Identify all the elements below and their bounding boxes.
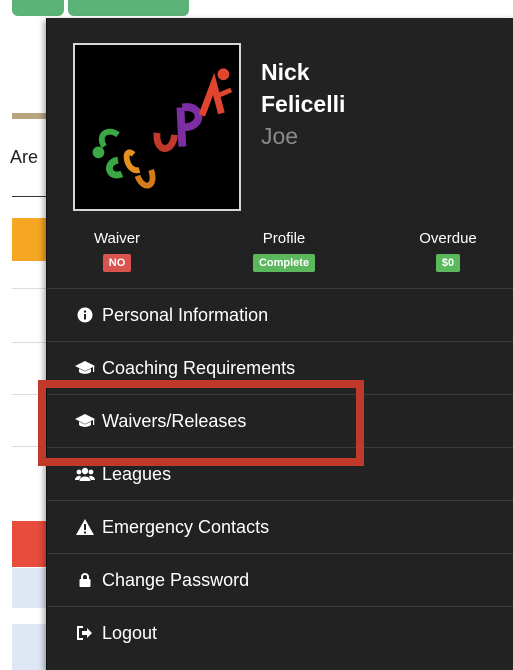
user-dropdown-menu: Nick Felicelli Joe Waiver NO Profile Com… — [46, 18, 513, 670]
menu-item-label: Coaching Requirements — [102, 357, 296, 378]
menu-item-coaching-requirements[interactable]: Coaching Requirements — [47, 341, 513, 394]
background-tab — [12, 0, 64, 16]
waiver-status: Waiver NO — [81, 229, 153, 272]
avatar — [73, 43, 241, 211]
user-first-name: Nick — [261, 59, 310, 85]
warning-icon — [75, 519, 95, 535]
info-circle-icon — [75, 307, 95, 323]
menu-item-logout[interactable]: Logout — [47, 606, 513, 659]
overdue-status: Overdue $0 — [407, 229, 489, 272]
menu-item-leagues[interactable]: Leagues — [47, 447, 513, 500]
background-tab — [68, 0, 189, 16]
menu-item-change-password[interactable]: Change Password — [47, 553, 513, 606]
menu-item-waivers-releases[interactable]: Waivers/Releases — [47, 394, 513, 447]
waiver-status-badge: NO — [102, 254, 132, 272]
menu-item-emergency-contacts[interactable]: Emergency Contacts — [47, 500, 513, 553]
menu-item-personal-information[interactable]: Personal Information — [47, 288, 513, 341]
sign-out-icon — [75, 626, 95, 640]
graduation-cap-icon — [75, 361, 95, 375]
menu-item-label: Change Password — [102, 569, 250, 590]
users-icon — [75, 467, 95, 481]
menu-item-label: Leagues — [102, 463, 172, 484]
menu-item-label: Logout — [102, 622, 158, 643]
overdue-status-label: Overdue — [419, 230, 477, 247]
menu-items: Personal Information Coaching Requiremen… — [47, 288, 513, 659]
lock-icon — [75, 573, 95, 587]
background-area-label: Are — [10, 147, 39, 167]
account-status-row: Waiver NO Profile Complete Overdue $0 — [47, 229, 513, 279]
user-last-name: Felicelli — [261, 91, 346, 117]
user-name: Nick Felicelli Joe — [261, 56, 461, 152]
profile-status-label: Profile — [262, 230, 306, 247]
waiver-status-label: Waiver — [93, 230, 141, 247]
graduation-cap-icon — [75, 414, 95, 428]
profile-status-badge: Complete — [252, 254, 316, 272]
cupa-logo-icon — [75, 45, 239, 209]
menu-item-label: Emergency Contacts — [102, 516, 270, 537]
overdue-status-badge: $0 — [435, 254, 461, 272]
menu-item-label: Personal Information — [102, 304, 269, 325]
menu-item-label: Waivers/Releases — [102, 410, 247, 431]
profile-status: Profile Complete — [239, 229, 329, 272]
user-nickname: Joe — [261, 123, 299, 149]
